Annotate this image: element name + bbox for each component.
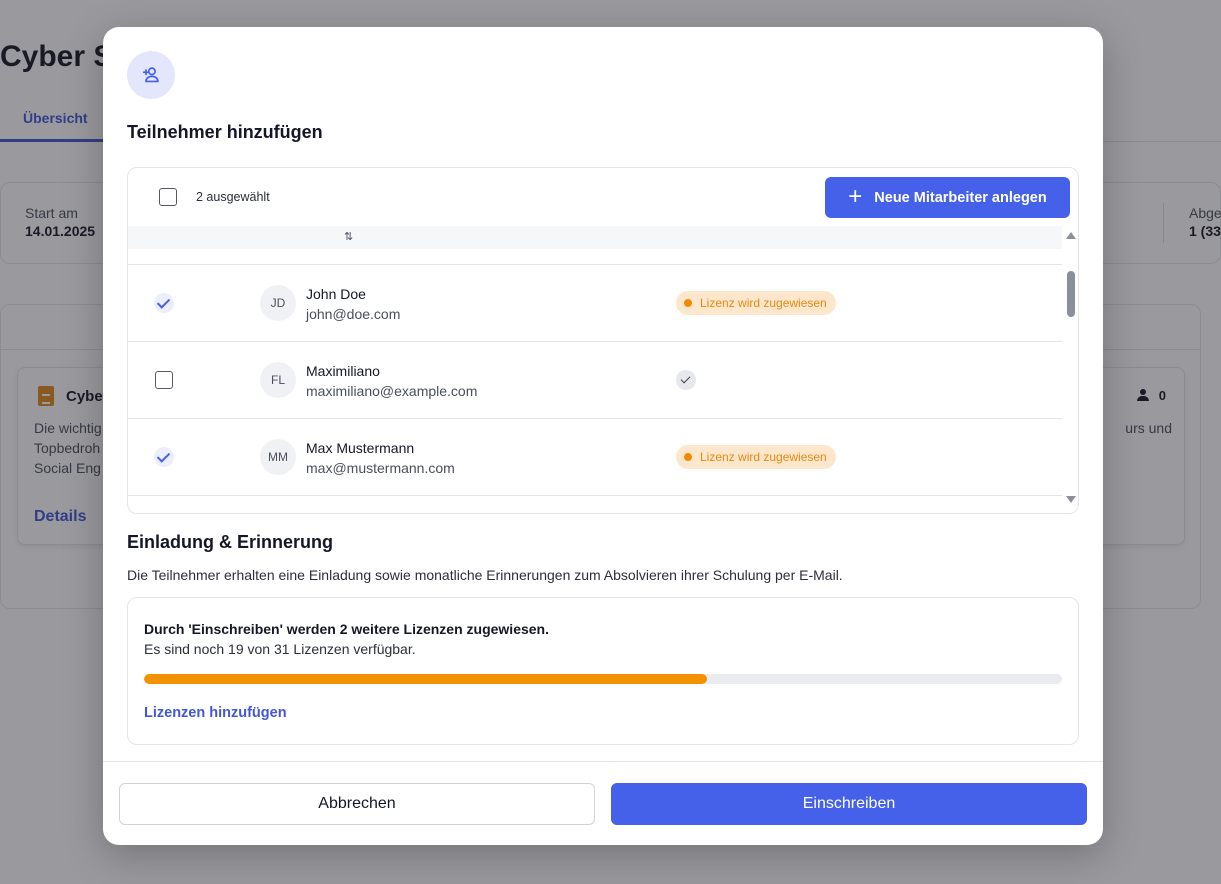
scrollbar-thumb[interactable]	[1067, 271, 1075, 317]
participant-name: John Doe	[306, 286, 366, 302]
status-badge-label: Lizenz wird zugewiesen	[700, 450, 827, 464]
avatar: MM	[260, 439, 296, 475]
new-employee-button-label: Neue Mitarbeiter anlegen	[874, 189, 1047, 206]
license-info-box: Durch 'Einschreiben' werden 2 weitere Li…	[127, 597, 1079, 745]
row-checkbox[interactable]	[155, 371, 173, 389]
sort-icon[interactable]: ⇅	[344, 230, 353, 243]
table-row[interactable]: MM Max Mustermann max@mustermann.com Liz…	[128, 419, 1062, 496]
check-icon	[676, 370, 696, 390]
dialog-title: Teilnehmer hinzufügen	[127, 122, 323, 142]
select-all-checkbox[interactable]	[159, 188, 177, 206]
participant-email: john@doe.com	[306, 306, 401, 322]
cancel-button[interactable]: Abbrechen	[119, 783, 595, 825]
status-badge: Lizenz wird zugewiesen	[676, 291, 836, 315]
invitation-text: Die Teilnehmer erhalten eine Einladung s…	[127, 567, 843, 583]
invitation-title: Einladung & Erinnerung	[127, 532, 333, 552]
license-progress-bar	[144, 674, 1062, 684]
enroll-button[interactable]: Einschreiben	[611, 783, 1087, 825]
status-dot-icon	[684, 299, 692, 307]
license-progress-fill	[144, 674, 707, 684]
participant-email: max@mustermann.com	[306, 460, 455, 476]
participant-name: Maximiliano	[306, 363, 380, 379]
plus-icon: +	[848, 182, 863, 210]
table-row[interactable]: FL Maximiliano maximiliano@example.com	[128, 342, 1062, 419]
participant-name: Max Mustermann	[306, 440, 415, 456]
add-participants-dialog: Teilnehmer hinzufügen 2 ausgewählt + Neu…	[103, 27, 1103, 845]
row-selected-checkmark[interactable]	[154, 293, 174, 313]
new-employee-button[interactable]: + Neue Mitarbeiter anlegen	[825, 177, 1070, 218]
status-dot-icon	[684, 453, 692, 461]
scroll-up-arrow-icon[interactable]	[1066, 232, 1076, 239]
footer-divider	[103, 761, 1103, 762]
scrollbar[interactable]	[1062, 226, 1078, 513]
avatar: FL	[260, 362, 296, 398]
status-badge-label: Lizenz wird zugewiesen	[700, 296, 827, 310]
add-person-icon	[127, 51, 175, 99]
selected-count: 2 ausgewählt	[196, 190, 270, 204]
license-assignment-text: Durch 'Einschreiben' werden 2 weitere Li…	[144, 621, 549, 637]
row-selected-checkmark[interactable]	[154, 447, 174, 467]
table-header: ⇅	[128, 226, 1062, 249]
participants-table: 2 ausgewählt + Neue Mitarbeiter anlegen …	[127, 167, 1079, 514]
participant-email: maximiliano@example.com	[306, 383, 478, 399]
avatar: JD	[260, 285, 296, 321]
add-licenses-link[interactable]: Lizenzen hinzufügen	[144, 705, 287, 721]
table-row[interactable]: JD John Doe john@doe.com Lizenz wird zug…	[128, 265, 1062, 342]
table-toolbar: 2 ausgewählt + Neue Mitarbeiter anlegen	[128, 168, 1078, 226]
scroll-down-arrow-icon[interactable]	[1066, 496, 1076, 503]
license-availability-text: Es sind noch 19 von 31 Lizenzen verfügba…	[144, 641, 416, 657]
status-badge: Lizenz wird zugewiesen	[676, 445, 836, 469]
